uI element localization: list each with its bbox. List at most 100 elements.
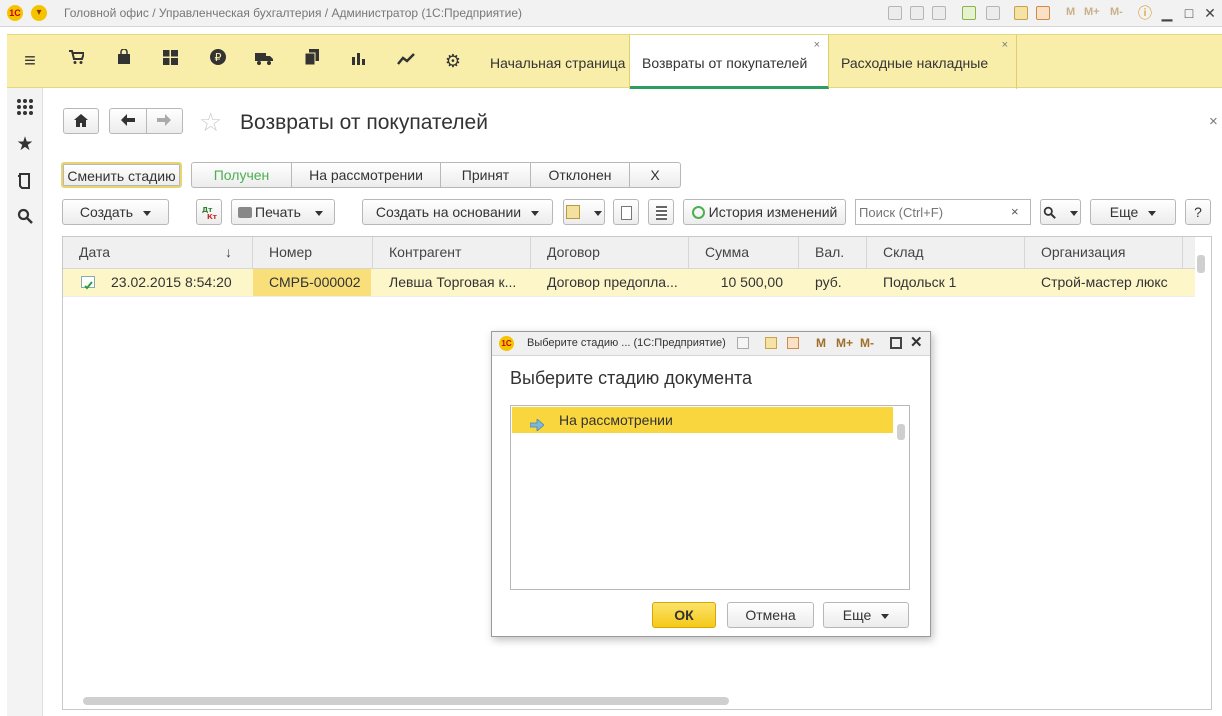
close-dialog-icon[interactable]: ✕ [910, 333, 923, 351]
column-header-warehouse[interactable]: Склад [867, 237, 1025, 268]
column-header-number[interactable]: Номер [253, 237, 373, 268]
dialog-heading: Выберите стадию документа [510, 368, 753, 388]
bar-chart-icon[interactable] [344, 47, 372, 75]
preview-icon[interactable] [932, 6, 946, 20]
window-title: Головной офис / Управленческая бухгалтер… [64, 6, 523, 20]
stage-under-review[interactable]: На рассмотрении [292, 163, 441, 187]
home-button[interactable] [63, 108, 99, 134]
list-scrollbar-thumb[interactable] [897, 424, 905, 440]
info-icon[interactable]: ⓘ [1136, 4, 1154, 22]
left-sidebar: ★ [7, 88, 43, 716]
tab-home[interactable]: Начальная страница [478, 35, 630, 89]
main-menu-icon[interactable]: ▾ [31, 5, 47, 21]
table-row[interactable]: 23.02.2015 8:54:20 СМРБ-000002 Левша Тор… [63, 269, 1195, 297]
list-settings-button[interactable] [648, 199, 674, 225]
history-icon [691, 206, 705, 219]
1c-logo-icon: 1C [499, 336, 514, 351]
ok-button[interactable]: ОК [652, 602, 716, 628]
calculator-icon[interactable] [765, 337, 777, 349]
table-header: Дата ↓ Номер Контрагент Договор Сумма Ва… [63, 237, 1195, 269]
favorite-star-icon[interactable]: ☆ [199, 108, 222, 136]
more-label: Еще [1109, 204, 1139, 220]
back-button[interactable] [110, 109, 147, 133]
memory-plus-button[interactable]: M+ [836, 336, 853, 350]
save-icon[interactable] [910, 6, 924, 20]
create-based-on-button[interactable]: Создать на основании [362, 199, 553, 225]
accounting-entries-button[interactable]: Дт Кт [196, 199, 222, 225]
memory-plus-button[interactable]: M+ [1084, 6, 1100, 18]
maximize-icon[interactable]: □ [1180, 4, 1198, 22]
documents-icon[interactable] [298, 47, 326, 75]
forward-button[interactable] [147, 109, 183, 133]
column-header-organization[interactable]: Организация [1025, 237, 1183, 268]
tab-returns[interactable]: Возвраты от покупателей × [630, 35, 829, 89]
calculator-icon[interactable] [1014, 6, 1028, 20]
cart-icon[interactable] [62, 47, 90, 75]
create-button[interactable]: Создать [62, 199, 169, 225]
memory-minus-button[interactable]: M- [860, 336, 874, 350]
print-icon[interactable] [888, 6, 902, 20]
truck-icon[interactable] [250, 47, 278, 75]
calendar-icon[interactable] [787, 337, 799, 349]
memory-minus-button[interactable]: M- [1110, 6, 1123, 18]
link-icon[interactable] [986, 6, 1000, 20]
gear-icon[interactable]: ⚙ [439, 47, 467, 75]
window-titlebar: 1C ▾ Головной офис / Управленческая бухг… [0, 0, 1222, 27]
search-options-button[interactable] [1040, 199, 1081, 225]
minimize-icon[interactable]: ▁ [1158, 4, 1176, 22]
more-button[interactable]: Еще [1090, 199, 1176, 225]
maximize-icon[interactable] [890, 337, 902, 349]
search-icon[interactable] [15, 208, 35, 228]
cell-number: СМРБ-000002 [253, 269, 371, 296]
list-item[interactable]: На рассмотрении [512, 407, 893, 433]
dialog-more-button[interactable]: Еще [823, 602, 909, 628]
change-stage-button[interactable]: Сменить стадию [61, 162, 182, 188]
search-input[interactable] [855, 199, 1031, 225]
horizontal-scrollbar-thumb[interactable] [83, 697, 729, 705]
cell-organization: Строй-мастер люкс [1041, 274, 1168, 290]
stage-clear[interactable]: X [630, 163, 680, 187]
stage-accepted[interactable]: Принят [441, 163, 531, 187]
stage-list: На рассмотрении [510, 405, 910, 590]
close-form-icon[interactable]: × [1209, 113, 1218, 130]
history-label: История изменений [708, 204, 838, 220]
favorites-add-icon[interactable] [737, 337, 749, 349]
memory-m-button[interactable]: M [1066, 6, 1075, 18]
apps-icon[interactable] [15, 98, 35, 118]
history-icon[interactable] [15, 172, 35, 192]
memory-m-button[interactable]: M [816, 336, 826, 350]
dialog-title: Выберите стадию ... (1С:Предприятие) [527, 337, 726, 349]
column-header-date[interactable]: Дата ↓ [63, 237, 253, 268]
select-stage-dialog: 1C Выберите стадию ... (1С:Предприятие) … [491, 331, 931, 637]
more-label: Еще [842, 607, 872, 623]
calendar-icon[interactable] [1036, 6, 1050, 20]
tab-close-icon[interactable]: × [1002, 39, 1008, 51]
cell-contract: Договор предопла... [547, 274, 678, 290]
column-header-sum[interactable]: Сумма [689, 237, 799, 268]
clear-search-icon[interactable]: × [1011, 204, 1019, 219]
help-button[interactable]: ? [1185, 199, 1211, 225]
document-icon-button[interactable] [613, 199, 639, 225]
trend-icon[interactable] [392, 47, 420, 75]
column-header-counterparty[interactable]: Контрагент [373, 237, 531, 268]
cancel-button[interactable]: Отмена [727, 602, 814, 628]
list-icon [655, 206, 667, 220]
vertical-scrollbar-thumb[interactable] [1197, 255, 1205, 273]
close-window-icon[interactable]: ✕ [1201, 4, 1219, 22]
menu-icon[interactable]: ≡ [16, 47, 44, 75]
stage-received[interactable]: Получен [192, 163, 292, 187]
favorites-star-icon[interactable]: ★ [15, 135, 35, 155]
grid-icon[interactable] [156, 47, 184, 75]
shopping-bag-icon[interactable] [110, 47, 138, 75]
favorites-add-icon[interactable] [962, 6, 976, 20]
tab-close-icon[interactable]: × [814, 39, 820, 51]
svg-text:Кт: Кт [207, 213, 217, 220]
column-header-currency[interactable]: Вал. [799, 237, 867, 268]
history-changes-button[interactable]: История изменений [683, 199, 846, 225]
report-menu-button[interactable] [563, 199, 605, 225]
print-button[interactable]: Печать [231, 199, 335, 225]
column-header-contract[interactable]: Договор [531, 237, 689, 268]
ruble-icon[interactable]: ₽ [204, 47, 232, 75]
tab-sales-invoices[interactable]: Расходные накладные × [829, 35, 1017, 89]
stage-rejected[interactable]: Отклонен [531, 163, 630, 187]
